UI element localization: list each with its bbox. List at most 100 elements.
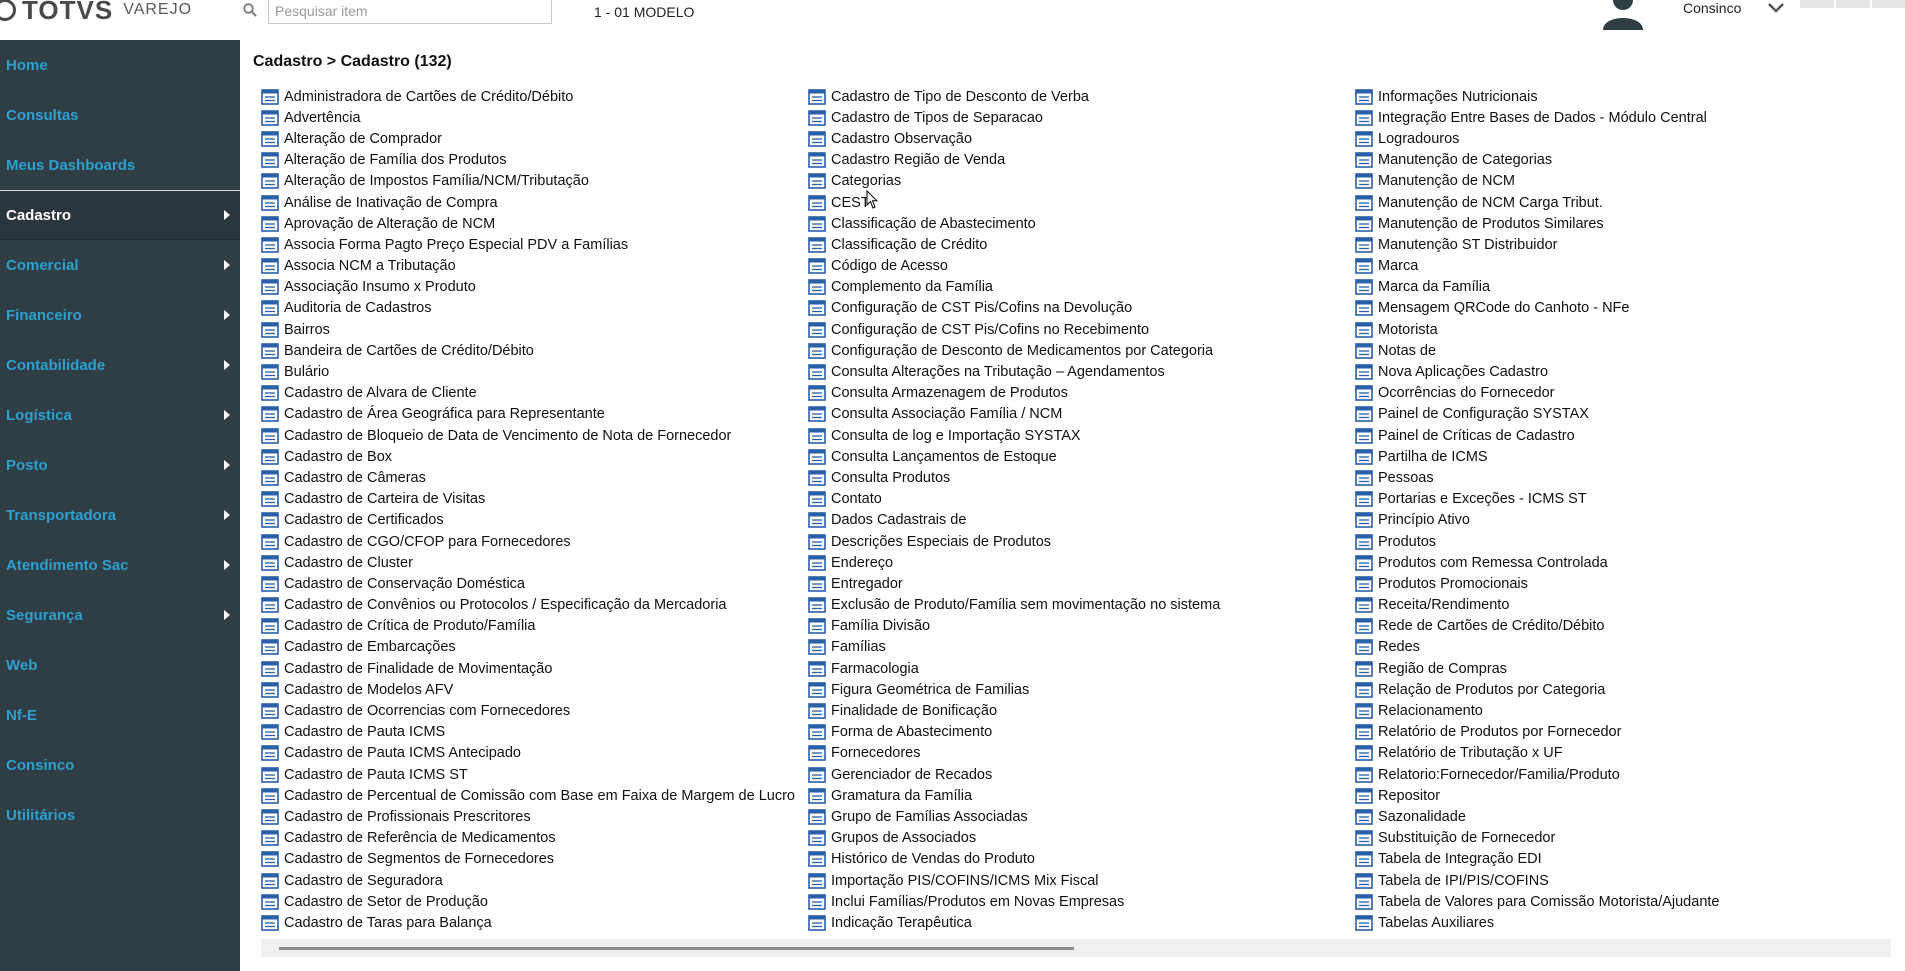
menu-item[interactable]: Consulta Associação Família / NCM [808, 404, 1348, 425]
menu-item[interactable]: Dados Cadastrais de [808, 510, 1348, 531]
menu-item[interactable]: Mensagem QRCode do Canhoto - NFe [1355, 298, 1895, 319]
menu-item[interactable]: Cadastro de Certificados [261, 510, 801, 531]
menu-item[interactable]: Configuração de CST Pis/Cofins no Recebi… [808, 319, 1348, 340]
menu-item[interactable]: Cadastro de Pauta ICMS ST [261, 764, 801, 785]
menu-item[interactable]: Descrições Especiais de Produtos [808, 531, 1348, 552]
menu-item[interactable]: Alteração de Família dos Produtos [261, 150, 801, 171]
sidebar-item-comercial[interactable]: Comercial [0, 240, 240, 290]
menu-item[interactable]: Produtos [1355, 531, 1895, 552]
totvs-logo[interactable]: TOTVS VAREJO [0, 0, 192, 25]
menu-item[interactable]: Tabela de Integração EDI [1355, 849, 1895, 870]
menu-item[interactable]: Informações Nutricionais [1355, 86, 1895, 107]
menu-item[interactable]: Família Divisão [808, 616, 1348, 637]
sidebar-item-consultas[interactable]: Consultas [0, 90, 240, 140]
menu-item[interactable]: Importação PIS/COFINS/ICMS Mix Fiscal [808, 870, 1348, 891]
menu-item[interactable]: Auditoria de Cadastros [261, 298, 801, 319]
menu-item[interactable]: Entregador [808, 573, 1348, 594]
menu-item[interactable]: Cadastro de Tipos de Separacao [808, 107, 1348, 128]
menu-item[interactable]: Cadastro de Alvara de Cliente [261, 383, 801, 404]
menu-item[interactable]: Painel de Críticas de Cadastro [1355, 425, 1895, 446]
menu-item[interactable]: Análise de Inativação de Compra [261, 192, 801, 213]
menu-item[interactable]: Fornecedores [808, 743, 1348, 764]
menu-item[interactable]: Cadastro de Finalidade de Movimentação [261, 658, 801, 679]
menu-item[interactable]: Cadastro de Cluster [261, 552, 801, 573]
menu-item[interactable]: Cadastro Região de Venda [808, 150, 1348, 171]
menu-item[interactable]: Notas de [1355, 340, 1895, 361]
menu-item[interactable]: Farmacologia [808, 658, 1348, 679]
menu-item[interactable]: Cadastro de Bloqueio de Data de Vencimen… [261, 425, 801, 446]
menu-item[interactable]: Cadastro de CGO/CFOP para Fornecedores [261, 531, 801, 552]
menu-item[interactable]: Forma de Abastecimento [808, 722, 1348, 743]
menu-item[interactable]: Relacionamento [1355, 700, 1895, 721]
menu-item[interactable]: Alteração de Comprador [261, 128, 801, 149]
sidebar-item-consinco[interactable]: Consinco [0, 740, 240, 790]
sidebar-item-financeiro[interactable]: Financeiro [0, 290, 240, 340]
menu-item[interactable]: Manutenção de NCM [1355, 171, 1895, 192]
sidebar-item-atendimento-sac[interactable]: Atendimento Sac [0, 540, 240, 590]
menu-item[interactable]: Relatório de Produtos por Fornecedor [1355, 722, 1895, 743]
menu-item[interactable]: Sazonalidade [1355, 806, 1895, 827]
sidebar-item-home[interactable]: Home [0, 40, 240, 90]
menu-item[interactable]: Motorista [1355, 319, 1895, 340]
menu-item[interactable]: Gramatura da Família [808, 785, 1348, 806]
menu-item[interactable]: Manutenção de Categorias [1355, 150, 1895, 171]
menu-item[interactable]: Classificação de Crédito [808, 234, 1348, 255]
menu-item[interactable]: Manutenção de Produtos Similares [1355, 213, 1895, 234]
menu-item[interactable]: Cadastro de Pauta ICMS [261, 722, 801, 743]
menu-item[interactable]: Logradouros [1355, 128, 1895, 149]
menu-item[interactable]: Famílias [808, 637, 1348, 658]
menu-item[interactable]: Cadastro de Câmeras [261, 467, 801, 488]
menu-item[interactable]: Endereço [808, 552, 1348, 573]
scrollbar-thumb[interactable] [279, 947, 1074, 950]
menu-item[interactable]: Cadastro de Percentual de Comissão com B… [261, 785, 801, 806]
menu-item[interactable]: Grupo de Famílias Associadas [808, 806, 1348, 827]
menu-item[interactable]: Produtos com Remessa Controlada [1355, 552, 1895, 573]
menu-item[interactable]: Consulta Alterações na Tributação – Agen… [808, 361, 1348, 382]
menu-item[interactable]: Configuração de Desconto de Medicamentos… [808, 340, 1348, 361]
sidebar-item-transportadora[interactable]: Transportadora [0, 490, 240, 540]
menu-item[interactable]: Associação Insumo x Produto [261, 277, 801, 298]
menu-item[interactable]: Cadastro de Área Geográfica para Represe… [261, 404, 801, 425]
menu-item[interactable]: Receita/Rendimento [1355, 595, 1895, 616]
menu-item[interactable]: Tabela de IPI/PIS/COFINS [1355, 870, 1895, 891]
menu-item[interactable]: Cadastro de Modelos AFV [261, 679, 801, 700]
menu-item[interactable]: Região de Compras [1355, 658, 1895, 679]
menu-item[interactable]: Consulta Produtos [808, 467, 1348, 488]
sidebar-item-cadastro[interactable]: Cadastro [0, 190, 240, 240]
menu-item[interactable]: Cadastro de Pauta ICMS Antecipado [261, 743, 801, 764]
menu-item[interactable]: Consulta Armazenagem de Produtos [808, 383, 1348, 404]
menu-item[interactable]: Princípio Ativo [1355, 510, 1895, 531]
search-input[interactable] [268, 0, 552, 24]
menu-item[interactable]: Administradora de Cartões de Crédito/Déb… [261, 86, 801, 107]
menu-item[interactable]: Repositor [1355, 785, 1895, 806]
chevron-down-icon[interactable] [1766, 0, 1786, 16]
menu-item[interactable]: Partilha de ICMS [1355, 446, 1895, 467]
maximize-window-button[interactable] [1836, 0, 1870, 8]
sidebar-item-posto[interactable]: Posto [0, 440, 240, 490]
horizontal-scrollbar[interactable] [261, 939, 1891, 957]
sidebar-item-seguranca[interactable]: Segurança [0, 590, 240, 640]
search-icon[interactable] [243, 3, 257, 17]
menu-item[interactable]: Cadastro de Referência de Medicamentos [261, 828, 801, 849]
sidebar-item-logistica[interactable]: Logística [0, 390, 240, 440]
menu-item[interactable]: Tabela de Valores para Comissão Motorist… [1355, 891, 1895, 912]
menu-item[interactable]: Gerenciador de Recados [808, 764, 1348, 785]
menu-item[interactable]: Cadastro de Embarcações [261, 637, 801, 658]
menu-item[interactable]: Redes [1355, 637, 1895, 658]
menu-item[interactable]: Associa Forma Pagto Preço Especial PDV a… [261, 234, 801, 255]
menu-item[interactable]: Marca da Família [1355, 277, 1895, 298]
user-avatar-icon[interactable] [1600, 0, 1646, 30]
menu-item[interactable]: Painel de Configuração SYSTAX [1355, 404, 1895, 425]
menu-item[interactable]: Código de Acesso [808, 256, 1348, 277]
menu-item[interactable]: Consulta Lançamentos de Estoque [808, 446, 1348, 467]
menu-item[interactable]: Figura Geométrica de Familias [808, 679, 1348, 700]
menu-item[interactable]: Cadastro de Crítica de Produto/Família [261, 616, 801, 637]
minimize-window-button[interactable] [1800, 0, 1834, 8]
menu-item[interactable]: Histórico de Vendas do Produto [808, 849, 1348, 870]
menu-item[interactable]: Associa NCM a Tributação [261, 256, 801, 277]
menu-item[interactable]: Configuração de CST Pis/Cofins na Devolu… [808, 298, 1348, 319]
menu-item[interactable]: Grupos de Associados [808, 828, 1348, 849]
menu-item[interactable]: Finalidade de Bonificação [808, 700, 1348, 721]
menu-item[interactable]: Contato [808, 489, 1348, 510]
close-window-button[interactable] [1872, 0, 1905, 8]
